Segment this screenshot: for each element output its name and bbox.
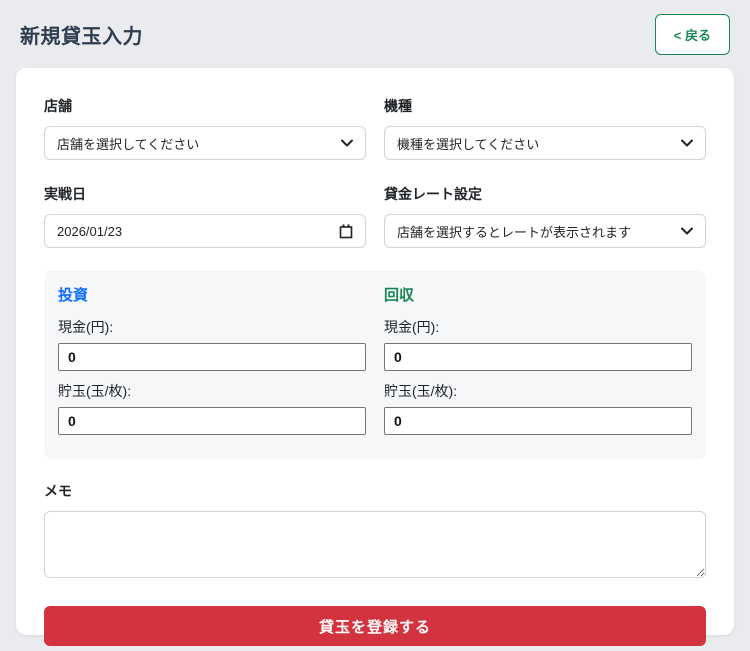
machine-select[interactable]: 機種を選択してください [384, 126, 706, 160]
battle-date-label: 実戦日 [44, 184, 366, 204]
recovery-cash-input[interactable] [384, 343, 692, 371]
back-button[interactable]: < 戻る [655, 14, 730, 55]
page-header: 新規貸玉入力 < 戻る [0, 0, 750, 68]
recovery-cash-label: 現金(円): [384, 317, 692, 337]
investment-cash-label: 現金(円): [58, 317, 366, 337]
date-rate-row: 実戦日 2026/01/23 貸金レート設定 店舗を選択するとレートが表示されま… [44, 184, 706, 248]
store-machine-row: 店舗 店舗を選択してください 機種 機種を選択してください [44, 96, 706, 160]
store-select-value: 店舗を選択してください [57, 134, 199, 153]
investment-saved-balls-input[interactable] [58, 407, 366, 435]
investment-saved-balls-label: 貯玉(玉/枚): [58, 381, 366, 401]
recovery-saved-balls-label: 貯玉(玉/枚): [384, 381, 692, 401]
memo-field: メモ [44, 481, 706, 578]
battle-date-input[interactable]: 2026/01/23 [44, 214, 366, 248]
register-button[interactable]: 貸玉を登録する [44, 606, 706, 646]
store-label: 店舗 [44, 96, 366, 116]
store-select[interactable]: 店舗を選択してください [44, 126, 366, 160]
page-title: 新規貸玉入力 [20, 20, 143, 49]
chevron-down-icon [681, 139, 693, 147]
machine-field: 機種 機種を選択してください [384, 96, 706, 160]
recovery-saved-balls-input[interactable] [384, 407, 692, 435]
rate-setting-label: 貸金レート設定 [384, 184, 706, 204]
chevron-down-icon [681, 227, 693, 235]
investment-section: 投資 現金(円): 貯玉(玉/枚): [58, 284, 366, 445]
store-field: 店舗 店舗を選択してください [44, 96, 366, 160]
memo-textarea[interactable] [44, 511, 706, 578]
machine-select-value: 機種を選択してください [397, 134, 539, 153]
rate-setting-field: 貸金レート設定 店舗を選択するとレートが表示されます [384, 184, 706, 248]
battle-date-field: 実戦日 2026/01/23 [44, 184, 366, 248]
recovery-section: 回収 現金(円): 貯玉(玉/枚): [384, 284, 692, 445]
investment-title: 投資 [58, 284, 366, 305]
calendar-icon[interactable] [339, 224, 353, 239]
battle-date-value: 2026/01/23 [57, 224, 122, 239]
rate-setting-select[interactable]: 店舗を選択するとレートが表示されます [384, 214, 706, 248]
memo-label: メモ [44, 481, 706, 501]
entry-form-card: 店舗 店舗を選択してください 機種 機種を選択してください 実戦日 2026/0… [16, 68, 734, 635]
chevron-down-icon [341, 139, 353, 147]
investment-cash-input[interactable] [58, 343, 366, 371]
amounts-panel: 投資 現金(円): 貯玉(玉/枚): 回収 現金(円): 貯玉(玉/枚): [44, 270, 706, 459]
machine-label: 機種 [384, 96, 706, 116]
recovery-title: 回収 [384, 284, 692, 305]
rate-setting-select-value: 店舗を選択するとレートが表示されます [397, 222, 631, 241]
